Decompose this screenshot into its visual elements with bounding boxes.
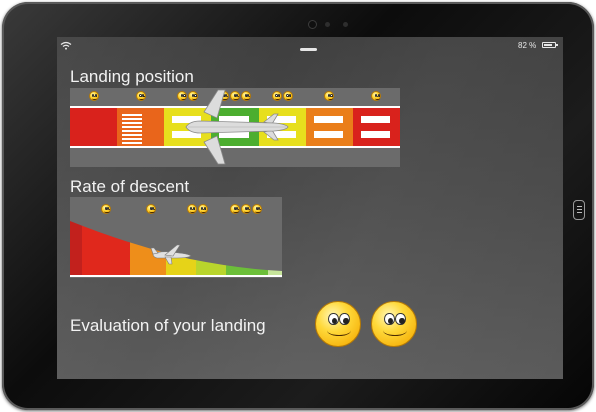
- descent-zone: [268, 221, 282, 275]
- threshold-stripe: [122, 138, 143, 140]
- airplane-icon: [151, 244, 192, 265]
- wifi-icon: [60, 41, 72, 50]
- screen: 82 % Landing position Rate of descent Ev…: [57, 37, 563, 379]
- threshold-stripe: [122, 126, 143, 128]
- runway-marking: [360, 131, 390, 138]
- descent-zone: [70, 221, 83, 275]
- runway-marking: [313, 131, 343, 138]
- front-camera: [308, 20, 317, 29]
- runway-marking: [313, 116, 343, 123]
- smiley-icon: [371, 91, 382, 101]
- home-indicator[interactable]: [300, 48, 317, 51]
- rate-of-descent-title: Rate of descent: [70, 177, 190, 196]
- runway-zone: [352, 108, 401, 146]
- battery-percentage: 82 %: [518, 41, 537, 50]
- descent-baseline: [70, 275, 282, 277]
- threshold-stripe: [122, 130, 143, 132]
- landing-position-panel: [70, 88, 401, 167]
- runway-zone: [70, 108, 118, 146]
- smiley-icon: [371, 301, 417, 347]
- airplane-icon: [185, 89, 289, 165]
- rate-of-descent-panel: [70, 197, 282, 278]
- home-button[interactable]: [573, 200, 585, 220]
- smiley-icon: [88, 91, 99, 101]
- landing-position-title: Landing position: [70, 67, 194, 86]
- runway-zone: [305, 108, 354, 146]
- battery-icon: [542, 42, 558, 48]
- threshold-stripe: [122, 142, 143, 144]
- descent-zone: [196, 221, 227, 275]
- sensor-dot: [343, 22, 348, 27]
- threshold-stripe: [122, 134, 143, 136]
- threshold-stripe: [122, 118, 143, 120]
- smiley-icon: [324, 91, 335, 101]
- threshold-stripe: [122, 122, 143, 124]
- descent-zone: [82, 221, 131, 275]
- smiley-icon: [135, 91, 146, 101]
- threshold-stripe: [122, 114, 143, 116]
- sensor-dot: [325, 22, 330, 27]
- runway-marking: [360, 116, 390, 123]
- smiley-icon: [315, 301, 361, 347]
- evaluation-label: Evaluation of your landing: [70, 316, 266, 335]
- descent-zone: [226, 221, 269, 275]
